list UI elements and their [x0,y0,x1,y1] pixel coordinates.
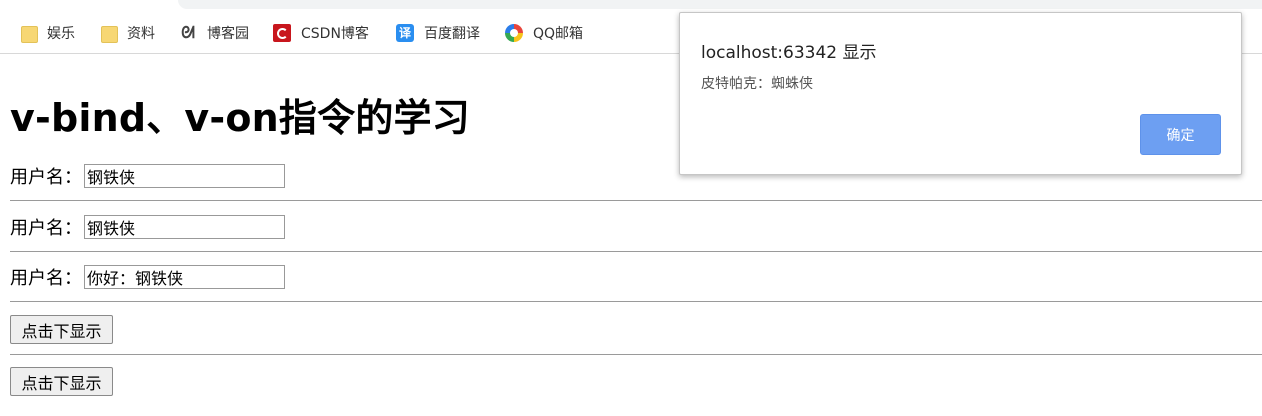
dialog-title: localhost:63342 显示 [701,43,877,63]
bookmark-csdn[interactable]: CSDN博客 [273,23,369,43]
browser-tab-strip [0,0,1262,10]
bookmark-label: 百度翻译 [424,26,480,42]
cnblogs-icon: ᘛ [181,23,195,42]
alert-dialog: localhost:63342 显示 皮特帕克：蜘蛛侠 确定 [679,12,1242,175]
show-button-1[interactable]: 点击下显示 [10,315,113,344]
divider [10,200,1262,201]
bookmark-ziliao[interactable]: 资料 [99,23,155,43]
folder-icon [99,24,118,43]
username-input-1[interactable] [84,164,285,188]
username-label: 用户名： [10,167,82,188]
greeting-input[interactable] [84,265,285,289]
page-title: v-bind、v-on指令的学习 [10,96,470,140]
bookmark-label: CSDN博客 [301,26,369,42]
folder-icon [19,24,38,43]
bookmark-label: 资料 [127,26,155,42]
divider [10,251,1262,252]
divider [10,354,1262,355]
bookmark-baidu-translate[interactable]: 译 百度翻译 [396,23,480,43]
bookmark-qq-mail[interactable]: QQ邮箱 [505,23,583,43]
username-row-2: 用户名： [10,213,285,241]
csdn-icon [273,24,291,42]
divider [10,301,1262,302]
address-bar[interactable] [178,0,1262,9]
username-row-1: 用户名： [10,162,285,190]
username-row-3: 用户名： [10,263,285,291]
show-button-2[interactable]: 点击下显示 [10,367,113,396]
bookmark-cnblogs[interactable]: ᘛ 博客园 [179,23,249,43]
ok-button[interactable]: 确定 [1140,114,1221,155]
dialog-message: 皮特帕克：蜘蛛侠 [701,76,813,92]
bookmark-label: QQ邮箱 [533,26,584,42]
qq-mail-icon [505,24,523,42]
username-label: 用户名： [10,218,82,239]
username-input-2[interactable] [84,215,285,239]
bookmark-label: 娱乐 [47,26,75,42]
baidu-translate-icon: 译 [396,24,414,42]
bookmark-label: 博客园 [207,26,249,42]
bookmark-yule[interactable]: 娱乐 [19,23,75,43]
username-label: 用户名： [10,268,82,289]
